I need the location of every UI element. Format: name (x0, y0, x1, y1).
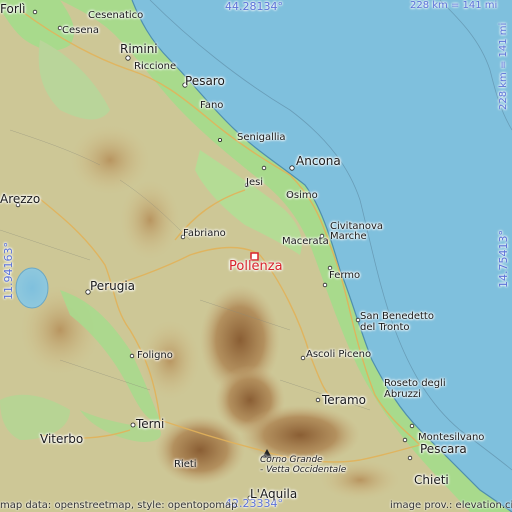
credit-map-data: map data: openstreetmap, style: opentopo… (0, 500, 238, 511)
coord-left: 11.94163° (2, 242, 15, 300)
place-fabriano: Fabriano (183, 228, 226, 239)
place-rimini: Rimini (120, 42, 158, 56)
scale-horizontal: 228 km = 141 mi (410, 0, 498, 11)
place-viterbo: Viterbo (40, 432, 84, 446)
focus-place-label: Pollenza (229, 259, 283, 274)
place-roseto: Roseto degli Abruzzi (384, 378, 446, 400)
place-ancona: Ancona (296, 154, 341, 168)
place-chieti: Chieti (414, 473, 449, 487)
place-san-benedetto: San Benedetto del Tronto (360, 311, 434, 333)
place-rieti: Rieti (174, 459, 197, 470)
place-civitanova: Civitanova Marche (330, 221, 384, 242)
place-cesenatico: Cesenatico (88, 10, 144, 21)
place-teramo: Teramo (322, 393, 366, 407)
scale-vertical: 228 km = 141 mi (498, 22, 509, 110)
place-pescara: Pescara (420, 442, 467, 456)
place-pesaro: Pesaro (185, 74, 225, 88)
place-jesi: Jesi (246, 177, 264, 188)
lake-trasimeno (15, 267, 49, 309)
place-cesena: Cesena (62, 25, 99, 36)
place-fermo: Fermo (329, 270, 361, 281)
place-corno-grande: Corno Grande - Vetta Occidentale (260, 455, 347, 475)
topographic-map[interactable]: 44.28134° 42.23334° 11.94163° 14.75413° … (0, 0, 512, 512)
place-terni: Terni (136, 417, 165, 431)
coord-top: 44.28134° (225, 0, 283, 13)
place-riccione: Riccione (134, 61, 177, 72)
place-senigallia: Senigallia (237, 132, 286, 143)
place-laquila: L'Aquila (250, 487, 298, 501)
place-perugia: Perugia (90, 279, 136, 293)
place-macerata: Macerata (282, 236, 329, 247)
credit-image-provider: image prov.: elevation.city (390, 500, 512, 511)
place-ascoli: Ascoli Piceno (306, 349, 372, 360)
place-arezzo: Arezzo (0, 192, 41, 206)
coord-right: 14.75413° (497, 230, 510, 288)
place-fano: Fano (200, 100, 224, 111)
place-forli: Forlì (0, 2, 26, 16)
place-osimo: Osimo (286, 190, 318, 201)
place-foligno: Foligno (137, 350, 173, 361)
